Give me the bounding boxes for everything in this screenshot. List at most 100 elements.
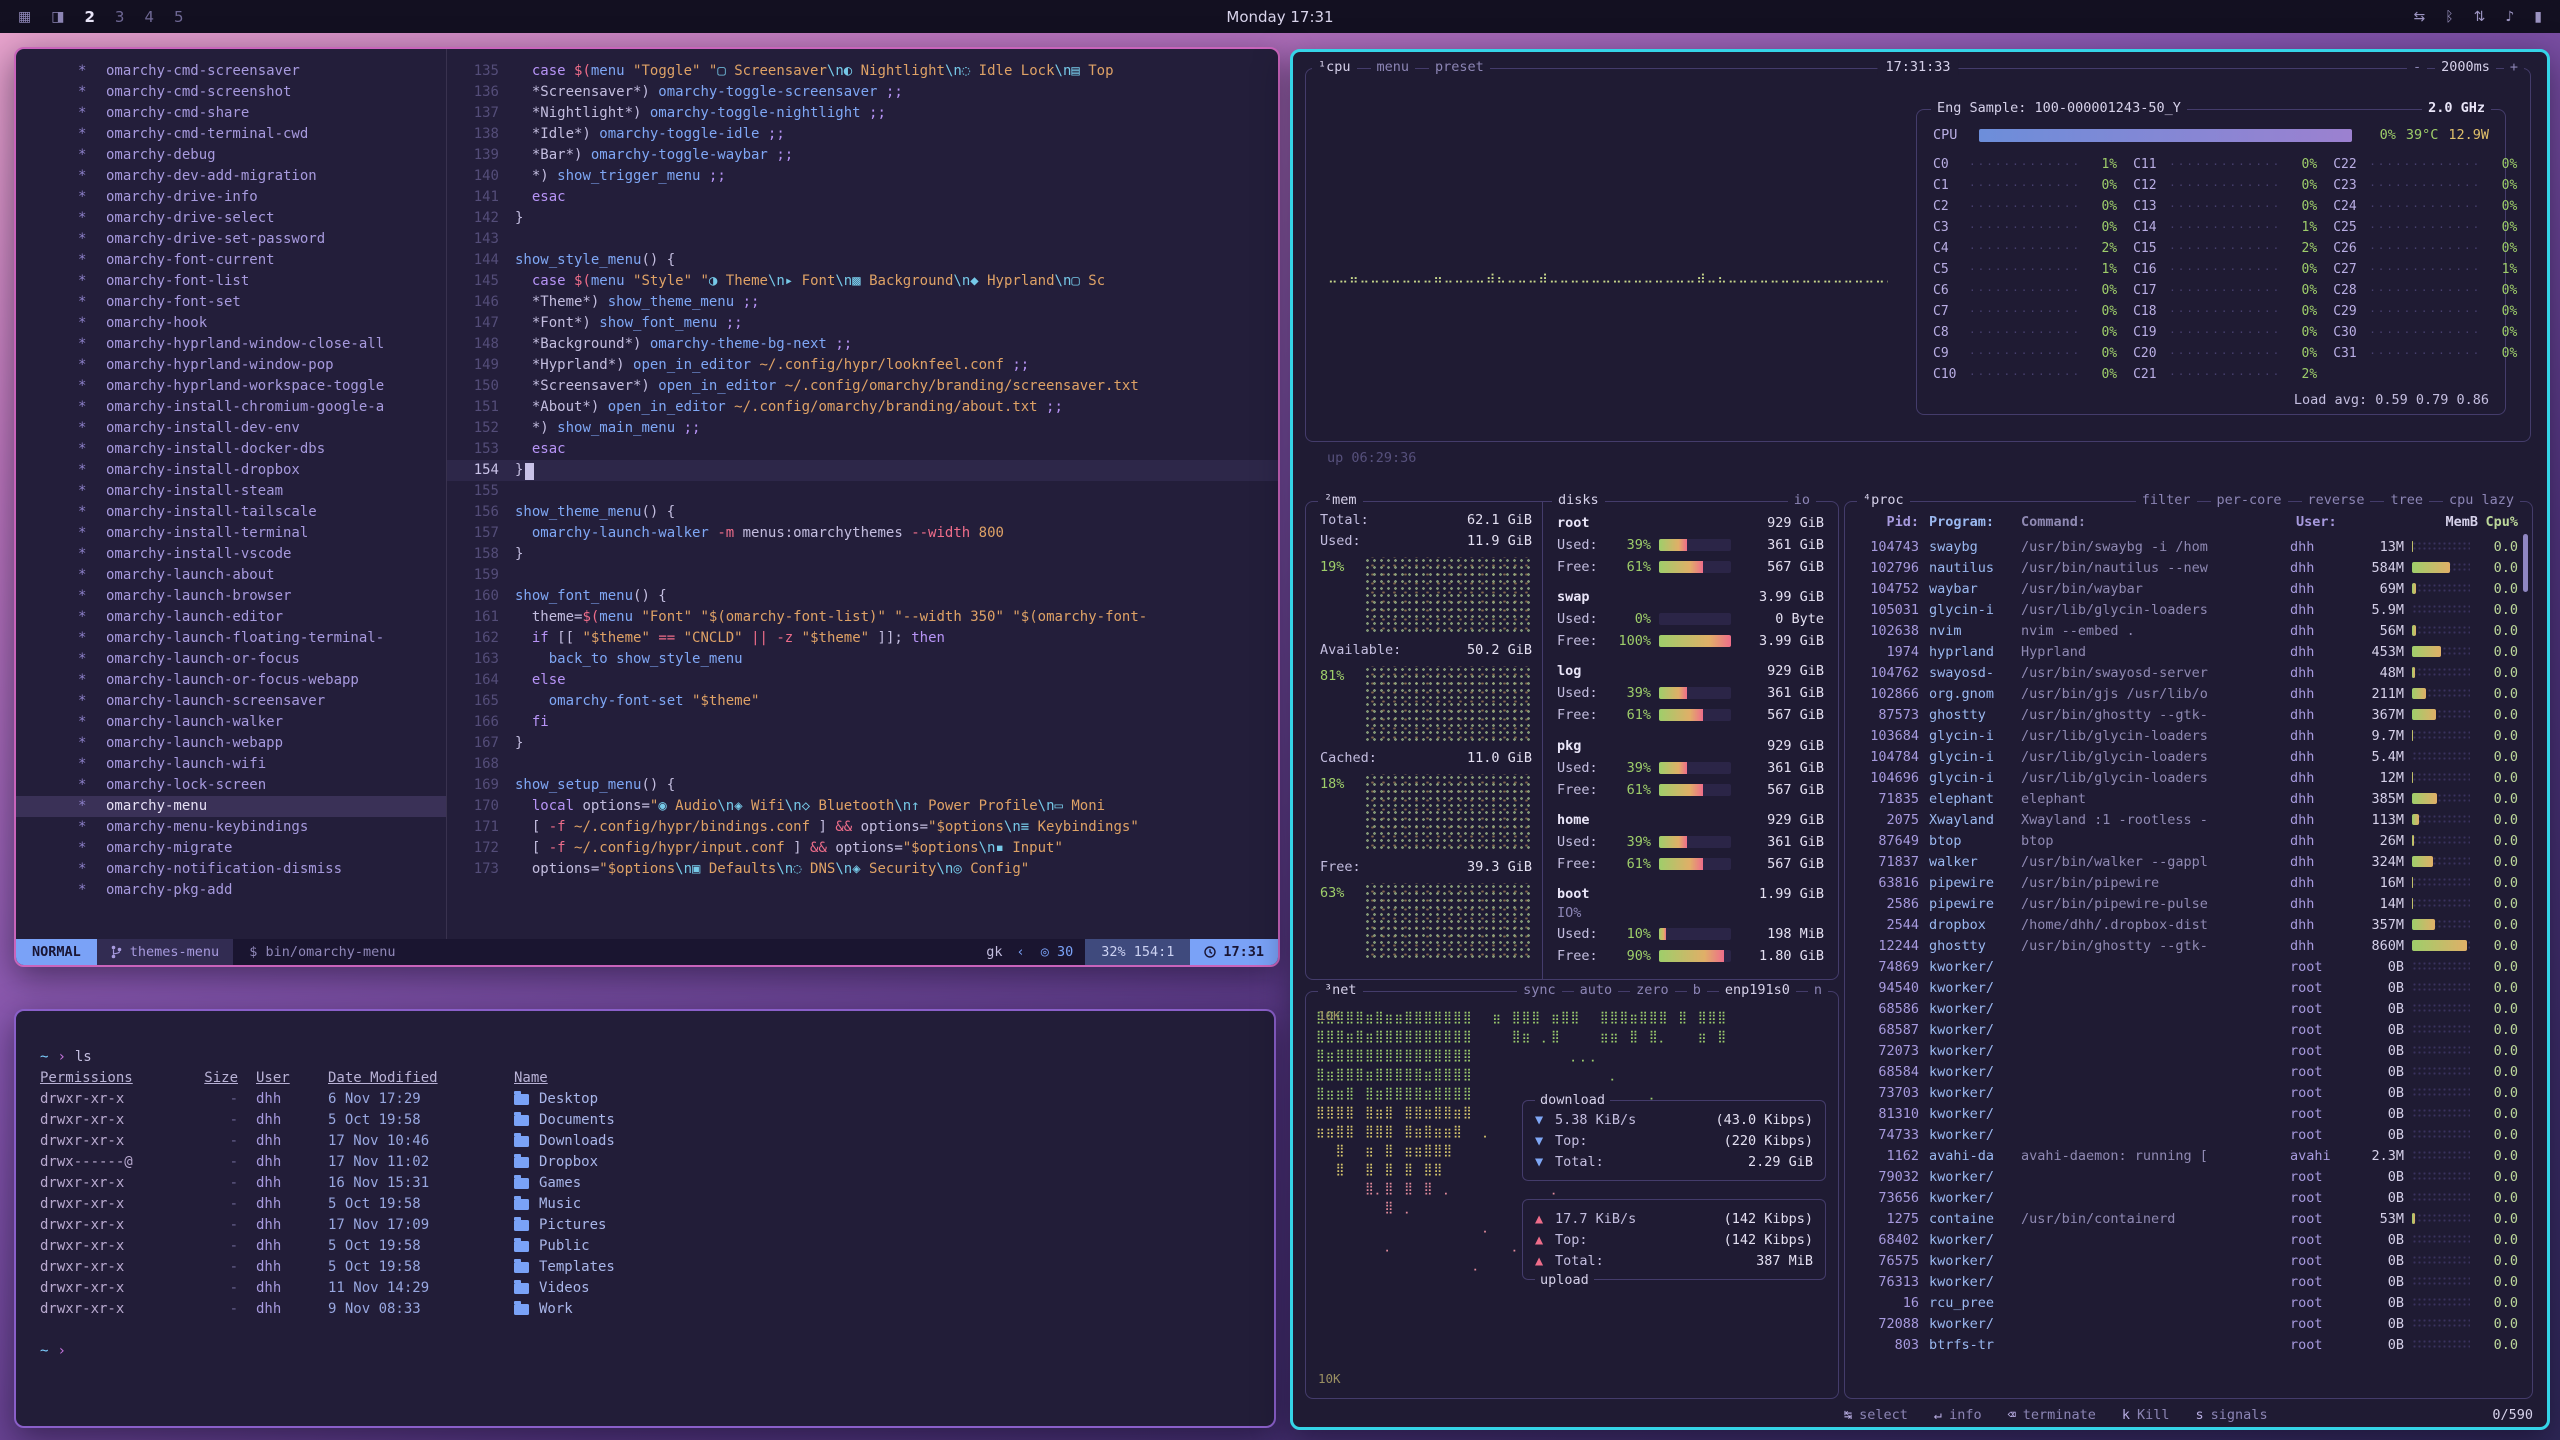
- sidebar-file-item[interactable]: *omarchy-launch-floating-terminal-: [16, 628, 446, 649]
- sidebar-file-item[interactable]: *omarchy-install-dev-env: [16, 418, 446, 439]
- workspace-2[interactable]: 2: [84, 8, 94, 26]
- process-row[interactable]: 1974hyprlandHyprlanddhh453M0.0: [1857, 641, 2518, 662]
- workspace-3[interactable]: 3: [115, 8, 125, 26]
- sidebar-file-item[interactable]: *omarchy-launch-or-focus: [16, 649, 446, 670]
- proc-tree-toggle[interactable]: tree: [2384, 492, 2429, 508]
- sidebar-file-item[interactable]: *omarchy-font-list: [16, 271, 446, 292]
- proc-header-user[interactable]: User:: [2296, 514, 2358, 530]
- proc-cpu-lazy-toggle[interactable]: cpu lazy: [2443, 492, 2520, 508]
- process-row[interactable]: 76575kworker/root0B0.0: [1857, 1250, 2518, 1271]
- workspace-4[interactable]: 4: [144, 8, 154, 26]
- sidebar-file-item[interactable]: *omarchy-launch-webapp: [16, 733, 446, 754]
- proc-header-pid[interactable]: Pid:: [1857, 514, 1929, 530]
- editor-pane[interactable]: 135 case $(menu "Toggle" "▢ Screensaver\…: [446, 49, 1278, 939]
- process-row[interactable]: 68587kworker/root0B0.0: [1857, 1019, 2518, 1040]
- process-row[interactable]: 103684glycin-i/usr/lib/glycin-loadersdhh…: [1857, 725, 2518, 746]
- process-scrollbar[interactable]: [2523, 534, 2528, 592]
- sidebar-file-item[interactable]: *omarchy-menu-keybindings: [16, 817, 446, 838]
- footer-key-info[interactable]: ↵info: [1934, 1407, 1982, 1423]
- sidebar-file-item[interactable]: *omarchy-launch-browser: [16, 586, 446, 607]
- sidebar-file-item[interactable]: *omarchy-cmd-screenshot: [16, 82, 446, 103]
- process-row[interactable]: 81310kworker/root0B0.0: [1857, 1103, 2518, 1124]
- sidebar-file-item[interactable]: *omarchy-launch-screensaver: [16, 691, 446, 712]
- process-row[interactable]: 2075XwaylandXwayland :1 -rootless -dhh11…: [1857, 809, 2518, 830]
- network-icon[interactable]: ⇅: [2474, 9, 2486, 25]
- sidebar-file-item[interactable]: *omarchy-lock-screen: [16, 775, 446, 796]
- workspace-app-icon[interactable]: ▦: [18, 9, 31, 25]
- net-next-key[interactable]: n: [1808, 982, 1828, 998]
- screencast-icon[interactable]: ⇆: [2413, 9, 2425, 25]
- process-row[interactable]: 104752waybar/usr/bin/waybardhh69M0.0: [1857, 578, 2518, 599]
- sidebar-file-item[interactable]: *omarchy-install-tailscale: [16, 502, 446, 523]
- sidebar-file-item[interactable]: *omarchy-dev-add-migration: [16, 166, 446, 187]
- process-row[interactable]: 72073kworker/root0B0.0: [1857, 1040, 2518, 1061]
- sidebar-file-item[interactable]: *omarchy-menu: [16, 796, 446, 817]
- prompt-line[interactable]: ~ ›: [40, 1341, 1274, 1362]
- process-row[interactable]: 74733kworker/root0B0.0: [1857, 1124, 2518, 1145]
- net-prev-key[interactable]: b: [1687, 982, 1707, 998]
- sidebar-file-item[interactable]: *omarchy-drive-select: [16, 208, 446, 229]
- process-row[interactable]: 2586pipewire/usr/bin/pipewire-pulsedhh14…: [1857, 893, 2518, 914]
- process-row[interactable]: 104762swayosd-/usr/bin/swayosd-serverdhh…: [1857, 662, 2518, 683]
- process-row[interactable]: 74869kworker/root0B0.0: [1857, 956, 2518, 977]
- sidebar-file-item[interactable]: *omarchy-launch-editor: [16, 607, 446, 628]
- process-row[interactable]: 1275containe/usr/bin/containerdroot53M0.…: [1857, 1208, 2518, 1229]
- proc-header-cpu[interactable]: Cpu%: [2478, 514, 2518, 530]
- interval-increase-button[interactable]: +: [2504, 59, 2524, 75]
- process-row[interactable]: 104696glycin-i/usr/lib/glycin-loadersdhh…: [1857, 767, 2518, 788]
- sidebar-file-item[interactable]: *omarchy-cmd-screensaver: [16, 61, 446, 82]
- sidebar-file-item[interactable]: *omarchy-drive-info: [16, 187, 446, 208]
- process-row[interactable]: 803btrfs-trroot0B0.0: [1857, 1334, 2518, 1355]
- system-tray[interactable]: ⇆ᛒ⇅♪▮: [2413, 9, 2542, 25]
- process-row[interactable]: 79032kworker/root0B0.0: [1857, 1166, 2518, 1187]
- process-row[interactable]: 87649btopbtopdhh26M0.0: [1857, 830, 2518, 851]
- process-row[interactable]: 104743swaybg/usr/bin/swaybg -i /homdhh13…: [1857, 536, 2518, 557]
- interval-decrease-button[interactable]: -: [2407, 59, 2427, 75]
- proc-filter-toggle[interactable]: filter: [2136, 492, 2197, 508]
- process-row[interactable]: 102638nvimnvim --embed .dhh56M0.0: [1857, 620, 2518, 641]
- sidebar-file-item[interactable]: *omarchy-cmd-terminal-cwd: [16, 124, 446, 145]
- sidebar-file-item[interactable]: *omarchy-hyprland-workspace-toggle: [16, 376, 446, 397]
- process-row[interactable]: 68586kworker/root0B0.0: [1857, 998, 2518, 1019]
- process-row[interactable]: 71835elephantelephantdhh385M0.0: [1857, 788, 2518, 809]
- process-row[interactable]: 63816pipewire/usr/bin/pipewiredhh16M0.0: [1857, 872, 2518, 893]
- process-row[interactable]: 68584kworker/root0B0.0: [1857, 1061, 2518, 1082]
- sidebar-file-item[interactable]: *omarchy-install-steam: [16, 481, 446, 502]
- proc-header-memb[interactable]: MemB: [2358, 514, 2478, 530]
- workspace-5[interactable]: 5: [174, 8, 184, 26]
- sidebar-file-item[interactable]: *omarchy-launch-wifi: [16, 754, 446, 775]
- footer-key-Kill[interactable]: kKill: [2122, 1407, 2170, 1423]
- footer-key-signals[interactable]: ssignals: [2196, 1407, 2268, 1423]
- proc-header-command[interactable]: Command:: [2021, 514, 2296, 530]
- sidebar-file-item[interactable]: *omarchy-launch-walker: [16, 712, 446, 733]
- proc-reverse-toggle[interactable]: reverse: [2302, 492, 2371, 508]
- net-auto-toggle[interactable]: auto: [1574, 982, 1619, 998]
- sidebar-file-item[interactable]: *omarchy-hyprland-window-pop: [16, 355, 446, 376]
- process-row[interactable]: 12244ghostty/usr/bin/ghostty --gtk-dhh86…: [1857, 935, 2518, 956]
- sidebar-file-item[interactable]: *omarchy-drive-set-password: [16, 229, 446, 250]
- sidebar-file-item[interactable]: *omarchy-install-vscode: [16, 544, 446, 565]
- footer-key-terminate[interactable]: ⌫terminate: [2008, 1407, 2096, 1423]
- process-row[interactable]: 71837walker/usr/bin/walker --gappldhh324…: [1857, 851, 2518, 872]
- sidebar-file-item[interactable]: *omarchy-font-set: [16, 292, 446, 313]
- sidebar-file-item[interactable]: *omarchy-hook: [16, 313, 446, 334]
- preset-button[interactable]: preset: [1429, 59, 1490, 75]
- sidebar-file-item[interactable]: *omarchy-launch-or-focus-webapp: [16, 670, 446, 691]
- workspace-app-icon[interactable]: ◨: [51, 9, 64, 25]
- sidebar-file-item[interactable]: *omarchy-install-docker-dbs: [16, 439, 446, 460]
- sidebar-file-item[interactable]: *omarchy-migrate: [16, 838, 446, 859]
- process-row[interactable]: 72088kworker/root0B0.0: [1857, 1313, 2518, 1334]
- footer-key-select[interactable]: ↹select: [1844, 1407, 1908, 1423]
- sidebar-file-item[interactable]: *omarchy-install-terminal: [16, 523, 446, 544]
- bluetooth-icon[interactable]: ᛒ: [2445, 9, 2453, 25]
- sidebar-file-item[interactable]: *omarchy-install-dropbox: [16, 460, 446, 481]
- net-sync-toggle[interactable]: sync: [1517, 982, 1562, 998]
- terminal-window[interactable]: ~ › ls PermissionsSizeUserDate ModifiedN…: [14, 1009, 1276, 1428]
- sidebar-file-item[interactable]: *omarchy-cmd-share: [16, 103, 446, 124]
- process-row[interactable]: 76313kworker/root0B0.0: [1857, 1271, 2518, 1292]
- sidebar-file-item[interactable]: *omarchy-font-current: [16, 250, 446, 271]
- process-row[interactable]: 2544dropbox/home/dhh/.dropbox-distdhh357…: [1857, 914, 2518, 935]
- menu-button[interactable]: menu: [1371, 59, 1416, 75]
- process-row[interactable]: 1162avahi-daavahi-daemon: running [avahi…: [1857, 1145, 2518, 1166]
- sidebar-file-item[interactable]: *omarchy-pkg-add: [16, 880, 446, 901]
